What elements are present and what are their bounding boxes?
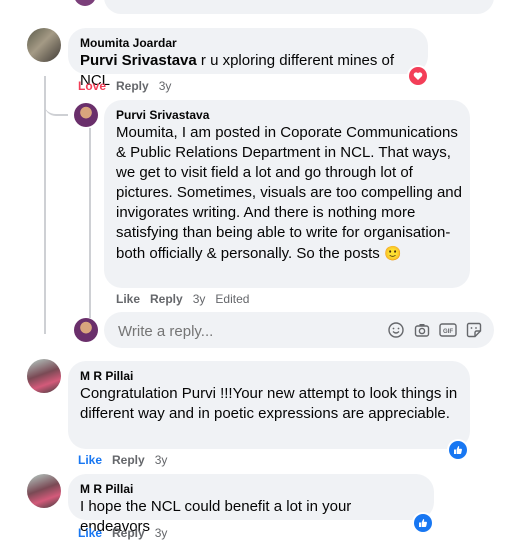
reply-button[interactable]: Reply [112, 525, 145, 541]
reply-input-box[interactable]: GIF [104, 312, 494, 348]
comment-body: Moumita, I am posted in Coporate Communi… [116, 124, 462, 262]
reply-button[interactable]: Reply [150, 291, 183, 307]
comment-text: Congratulation Purvi !!!Your new attempt… [80, 385, 458, 422]
reply-input[interactable] [116, 320, 370, 342]
love-button[interactable]: Love [78, 78, 106, 94]
comment-author[interactable]: M R Pillai [80, 368, 458, 384]
like-button[interactable]: Like [116, 291, 140, 307]
emoji-icon[interactable] [386, 320, 406, 340]
gif-icon[interactable]: GIF [438, 320, 458, 340]
avatar-current-user[interactable] [74, 318, 98, 342]
avatar-purvi[interactable] [74, 103, 98, 127]
comment-bubble: M R Pillai Congratulation Purvi !!!Your … [68, 361, 470, 449]
comment-actions: Love Reply 3y [78, 78, 181, 94]
avatar[interactable] [74, 0, 96, 6]
comment-text: Moumita, I am posted in Coporate Communi… [116, 123, 462, 264]
comment-bubble: Moumita Joardar Purvi Srivastava r u xpl… [68, 28, 428, 89]
camera-icon[interactable] [412, 320, 432, 340]
comment-actions: Like Reply 3y [78, 452, 177, 468]
comment-bubble: M R Pillai I hope the NCL could benefit … [68, 474, 434, 535]
avatar-mr-pillai[interactable] [27, 359, 61, 393]
thread-line [89, 128, 91, 318]
comment-author[interactable]: Purvi Srivastava [116, 107, 458, 123]
avatar-mr-pillai[interactable] [27, 474, 61, 508]
comment-actions: Like Reply 3y Edited [116, 291, 259, 307]
reply-button[interactable]: Reply [116, 78, 149, 94]
comment-author[interactable]: Moumita Joardar [80, 35, 416, 51]
thread-line [44, 76, 46, 334]
timestamp[interactable]: 3y [159, 78, 172, 94]
avatar-moumita[interactable] [27, 28, 61, 62]
reply-button[interactable]: Reply [112, 452, 145, 468]
comment-actions: Like Reply 3y [78, 525, 177, 541]
comment-author[interactable]: M R Pillai [80, 481, 422, 497]
smile-emoji: 🙂 [383, 245, 402, 261]
like-button[interactable]: Like [78, 452, 102, 468]
comment-bubble: Purvi Srivastava Moumita, I am posted in… [104, 100, 470, 288]
love-reaction-icon[interactable] [409, 67, 427, 85]
edited-label[interactable]: Edited [215, 291, 249, 307]
mention-link[interactable]: Purvi Srivastava [80, 52, 197, 69]
svg-text:GIF: GIF [443, 329, 453, 335]
timestamp[interactable]: 3y [155, 452, 168, 468]
timestamp[interactable]: 3y [155, 525, 168, 541]
reply-tools: GIF [386, 320, 484, 340]
timestamp[interactable]: 3y [193, 291, 206, 307]
like-reaction-icon[interactable] [414, 514, 432, 532]
sticker-icon[interactable] [464, 320, 484, 340]
previous-comment-bubble [104, 0, 494, 14]
thread-connector [44, 96, 68, 116]
like-button[interactable]: Like [78, 525, 102, 541]
like-reaction-icon[interactable] [449, 441, 467, 459]
